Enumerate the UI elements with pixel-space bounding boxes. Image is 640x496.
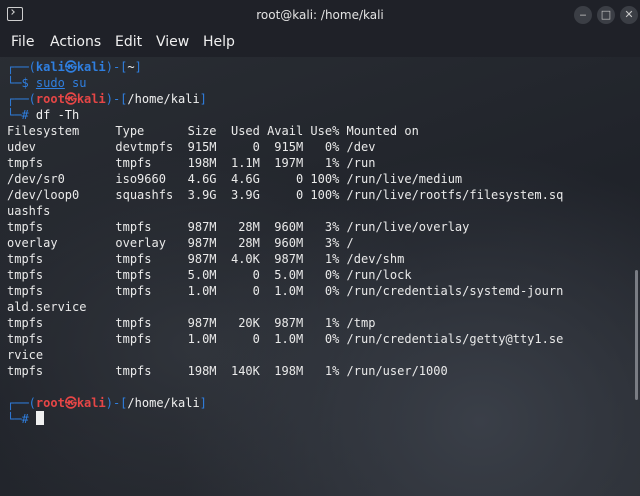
menu-actions[interactable]: Actions [50, 34, 101, 50]
output-line: tmpfs tmpfs 198M 1.1M 197M 1% /run [7, 156, 376, 170]
menu-bar: File Actions Edit View Help [0, 31, 640, 57]
output-line: udev devtmpfs 915M 0 915M 0% /dev [7, 140, 376, 154]
df-output: Filesystem Type Size Used Avail Use% Mou… [7, 123, 632, 379]
prompt-line-top: ┌──(root㉿kali)-[/home/kali] [7, 92, 207, 106]
output-line: tmpfs tmpfs 1.0M 0 1.0M 0% /run/credenti… [7, 332, 564, 346]
prompt-line-top: ┌──(root㉿kali)-[/home/kali] [7, 396, 207, 410]
title-bar[interactable]: root@kali: /home/kali ‒ □ ✕ [0, 0, 640, 31]
command-line: └─# df -Th [7, 108, 80, 122]
terminal-output[interactable]: ┌──(kali㉿kali)-[~] └─$ sudo su ┌──(root㉿… [0, 57, 632, 496]
output-line: tmpfs tmpfs 987M 4.0K 987M 1% /dev/shm [7, 252, 405, 266]
output-line: tmpfs tmpfs 987M 20K 987M 1% /tmp [7, 316, 376, 330]
menu-file[interactable]: File [11, 34, 34, 50]
output-line: /dev/sr0 iso9660 4.6G 4.6G 0 100% /run/l… [7, 172, 463, 186]
window-title: root@kali: /home/kali [256, 8, 384, 22]
output-line: uashfs [7, 204, 51, 218]
scrollbar[interactable] [635, 270, 638, 400]
output-line: tmpfs tmpfs 198M 140K 198M 1% /run/user/… [7, 364, 448, 378]
menu-help[interactable]: Help [203, 34, 235, 50]
output-line: rvice [7, 348, 44, 362]
minimize-button[interactable]: ‒ [574, 6, 592, 24]
output-line: tmpfs tmpfs 5.0M 0 5.0M 0% /run/lock [7, 268, 412, 282]
menu-view[interactable]: View [156, 34, 189, 50]
output-line: /dev/loop0 squashfs 3.9G 3.9G 0 100% /ru… [7, 188, 564, 202]
output-line: tmpfs tmpfs 987M 28M 960M 3% /run/live/o… [7, 220, 470, 234]
menu-edit[interactable]: Edit [115, 34, 142, 50]
maximize-button[interactable]: □ [597, 6, 615, 24]
output-line: Filesystem Type Size Used Avail Use% Mou… [7, 124, 419, 138]
text-cursor [35, 411, 44, 425]
output-line: overlay overlay 987M 28M 960M 3% / [7, 236, 354, 250]
output-line: tmpfs tmpfs 1.0M 0 1.0M 0% /run/credenti… [7, 284, 564, 298]
output-line: ald.service [7, 300, 87, 314]
prompt-line-top: ┌──(kali㉿kali)-[~] [7, 60, 142, 74]
command-line[interactable]: └─# [7, 411, 632, 427]
close-button[interactable]: ✕ [620, 6, 638, 24]
command-line: └─$ sudo su [7, 76, 87, 90]
